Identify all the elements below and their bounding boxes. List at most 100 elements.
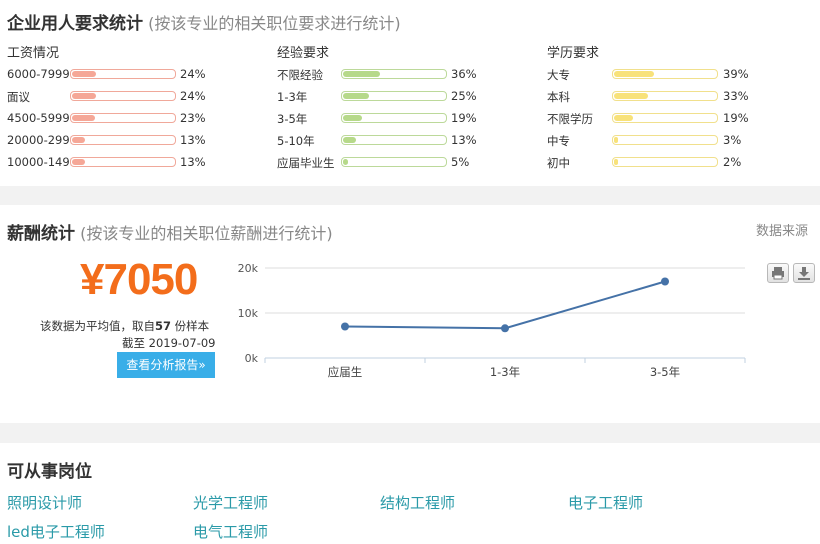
y-tick-label: 0k [245,352,259,365]
salary-row-label: 6000-7999 [7,67,70,81]
salary-progress-bar [70,135,176,145]
education-progress-bar [612,69,718,79]
salary-row-percent: 23% [180,111,206,125]
education-row: 中专 3% [547,130,807,152]
salary-row-label: 4500-5999 [7,111,70,125]
average-salary: ¥7050 [80,255,198,304]
salary-line-chart: 0k 10k 20k 应届生 1-3年 3-5年 [238,262,746,379]
section-divider [0,186,820,205]
education-row-label: 大专 [547,68,570,82]
education-progress-bar [612,157,718,167]
experience-progress-bar [341,91,447,101]
experience-row: 1-3年 25% [277,86,537,108]
experience-progress-bar [341,69,447,79]
experience-row: 不限经验 36% [277,64,537,86]
job-link[interactable]: led电子工程师 [7,521,105,542]
experience-progress-fill [343,159,348,165]
education-progress-bar [612,135,718,145]
sample-count: 57 [155,319,172,333]
x-tick-label: 应届生 [328,365,363,379]
experience-progress-bar [341,113,447,123]
salary-progress-bar [70,113,176,123]
download-button[interactable] [793,263,815,283]
salary-data-point [341,322,349,331]
education-row-percent: 3% [723,133,742,147]
education-distribution: 学历要求 大专 39% 本科 33% 不限学历 19% 中专 3% 初中 2% [547,42,807,174]
experience-row: 应届毕业生 5% [277,152,537,174]
salary-progress-fill [72,115,95,121]
jobs-title: 可从事岗位 [7,462,92,482]
experience-progress-bar [341,157,447,167]
education-row-percent: 39% [723,67,749,81]
jobs-title-row: 可从事岗位 [7,457,92,482]
salary-title: 薪酬统计 [7,224,75,244]
education-row-label: 本科 [547,90,570,104]
section-divider-2 [0,423,820,443]
salary-progress-fill [72,71,96,77]
salary-row: 6000-7999 24% [7,64,267,86]
experience-row-label: 3-5年 [277,112,308,126]
salary-row-label: 10000-14999 [7,155,71,169]
salary-progress-fill [72,93,96,99]
experience-row-percent: 13% [451,133,477,147]
experience-row-percent: 25% [451,89,477,103]
experience-progress-fill [343,93,369,99]
experience-row-label: 1-3年 [277,90,308,104]
salary-row-label: 面议 [7,90,30,104]
salary-row: 4500-5999 23% [7,108,267,130]
education-row: 不限学历 19% [547,108,807,130]
requirements-title: 企业用人要求统计 [7,14,143,34]
average-note-suffix: 份样本 [174,319,210,333]
x-tick-label: 1-3年 [490,365,520,379]
job-link[interactable]: 电子工程师 [568,492,643,513]
experience-progress-fill [343,137,356,143]
education-row-percent: 2% [723,155,742,169]
education-row-label: 中专 [547,134,570,148]
experience-row-percent: 5% [451,155,470,169]
education-progress-bar [612,91,718,101]
experience-progress-bar [341,135,447,145]
salary-heading: 工资情况 [7,46,60,61]
experience-row: 3-5年 19% [277,108,537,130]
education-row: 本科 33% [547,86,807,108]
experience-row: 5-10年 13% [277,130,537,152]
date-note: 截至 2019-07-09 [122,336,216,350]
education-progress-fill [614,71,654,77]
job-link[interactable]: 电气工程师 [193,521,268,542]
salary-title-row: 薪酬统计 (按该专业的相关职位薪酬进行统计) [7,219,333,244]
print-button[interactable] [767,263,789,283]
salary-row: 10000-14999 13% [7,152,267,174]
education-row-label: 不限学历 [547,112,593,126]
salary-progress-fill [72,159,85,165]
education-row-percent: 33% [723,89,749,103]
data-source-link[interactable]: 数据来源 [756,220,808,239]
experience-distribution: 经验要求 不限经验 36% 1-3年 25% 3-5年 19% 5-10年 13% 应届毕业生 5… [277,42,537,174]
experience-row-percent: 19% [451,111,477,125]
y-tick-label: 20k [238,262,259,275]
education-row-percent: 19% [723,111,749,125]
average-note: 该数据为平均值，取自57 份样本 [40,318,209,334]
education-progress-fill [614,159,618,165]
education-row: 初中 2% [547,152,807,174]
requirements-title-row: 企业用人要求统计 (按该专业的相关职位要求进行统计) [7,9,401,34]
salary-row-percent: 24% [180,89,206,103]
salary-data-point [661,277,669,286]
experience-progress-fill [343,71,380,77]
job-link[interactable]: 光学工程师 [193,492,268,513]
average-note-prefix: 该数据为平均值，取自 [40,319,155,333]
download-icon [798,267,810,280]
salary-row-percent: 13% [180,133,206,147]
view-report-button[interactable]: 查看分析报告» [117,352,215,378]
job-link[interactable]: 照明设计师 [7,492,82,513]
salary-row-label: 20000-29999 [7,133,71,147]
education-progress-fill [614,137,618,143]
salary-row: 20000-29999 13% [7,130,267,152]
print-icon [772,267,784,280]
job-link[interactable]: 结构工程师 [380,492,455,513]
salary-row: 面议 24% [7,86,267,108]
experience-row-label: 应届毕业生 [277,156,335,170]
salary-progress-fill [72,137,85,143]
salary-row-percent: 24% [180,67,206,81]
education-row: 大专 39% [547,64,807,86]
salary-progress-bar [70,157,176,167]
